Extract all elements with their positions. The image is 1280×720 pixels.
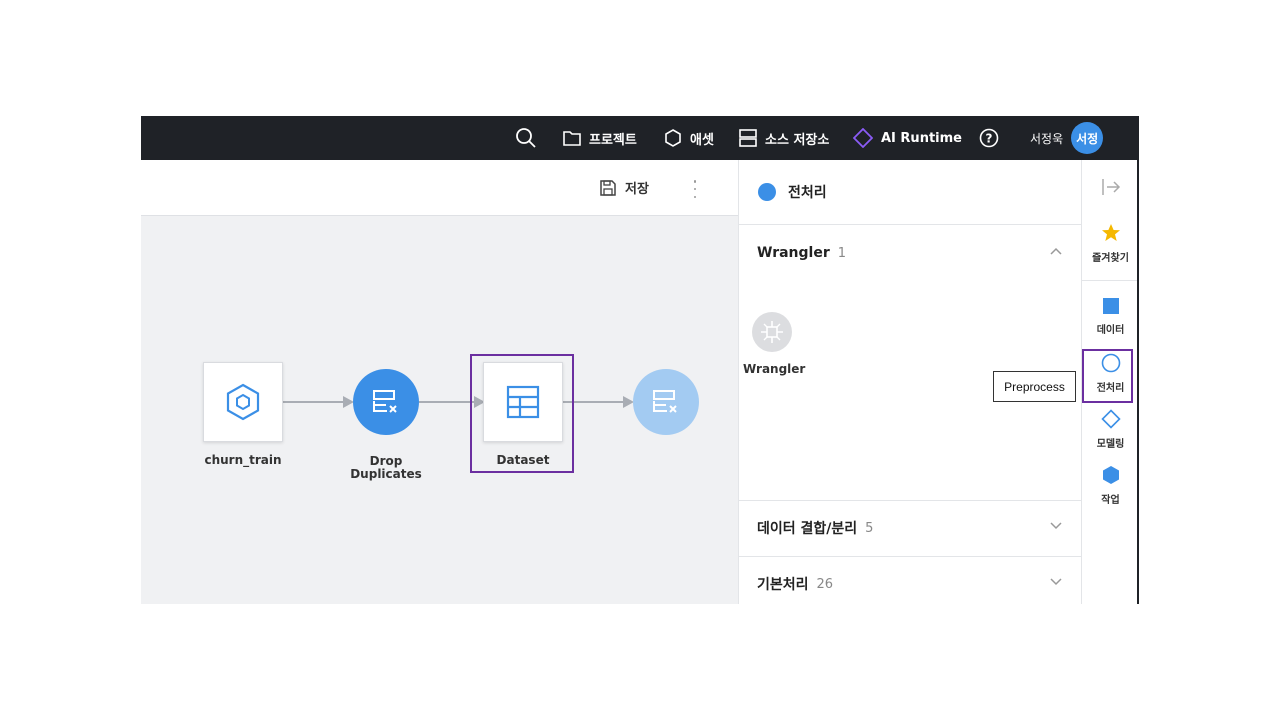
section-count: 26 [816, 576, 834, 592]
rail-job[interactable]: 작업 [1082, 465, 1139, 506]
folder-icon [563, 131, 581, 146]
wrangler-label: Wrangler [743, 362, 806, 376]
nav-project[interactable]: 프로젝트 [563, 116, 637, 160]
hexagon-icon [665, 129, 681, 147]
save-label: 저장 [625, 182, 649, 197]
rail-favorites[interactable]: 즐겨찾기 [1082, 223, 1139, 264]
section-count: 1 [837, 245, 847, 261]
chevron-down-icon [1050, 578, 1062, 586]
drop-duplicates-icon [373, 390, 397, 413]
nav-source-repo-label: 소스 저장소 [765, 132, 830, 148]
node-label: Drop Duplicates [350, 454, 422, 481]
nav-source-repo[interactable]: 소스 저장소 [739, 116, 829, 160]
edge-2 [419, 401, 477, 403]
node-churn-train[interactable] [203, 362, 283, 442]
preprocess-dot-icon [758, 183, 776, 201]
wrangler-icon [761, 321, 783, 343]
collapse-right-icon [1101, 179, 1120, 195]
top-nav-bar: 프로젝트 애셋 소스 저장소 AI Runtime ? 서정욱 서정 [141, 116, 1139, 160]
svg-text:?: ? [986, 132, 993, 146]
save-icon [600, 179, 616, 196]
nav-ai-runtime[interactable]: AI Runtime [853, 116, 962, 160]
editor-toolbar: 저장 [141, 160, 738, 216]
nav-project-label: 프로젝트 [589, 132, 637, 148]
panel-header: 전처리 [739, 160, 1082, 225]
diamond-icon [853, 128, 873, 148]
help-button[interactable]: ? [979, 116, 1007, 160]
section-data-join[interactable]: 데이터 결합/분리 5 [739, 500, 1082, 556]
save-button[interactable]: 저장 [599, 178, 649, 197]
rail-label: 모델링 [1096, 439, 1125, 450]
rail-data[interactable]: 데이터 [1082, 297, 1139, 336]
tooltip: Preprocess [993, 371, 1076, 402]
frame-edge [1137, 160, 1139, 604]
diamond-icon [1100, 409, 1121, 429]
chevron-down-icon [1050, 522, 1062, 530]
rail-label: 즐겨찾기 [1092, 253, 1129, 264]
help-icon: ? [979, 128, 999, 148]
section-title: 기본처리 [757, 577, 809, 593]
pipeline-canvas[interactable]: churn_train Drop Duplicates Dataset [141, 216, 738, 604]
storage-icon [739, 129, 757, 147]
node-drop-duplicates[interactable] [353, 369, 419, 435]
star-icon [1101, 224, 1120, 241]
rail-modeling[interactable]: 모델링 [1082, 409, 1139, 450]
nav-ai-runtime-label: AI Runtime [881, 130, 962, 146]
panel-title: 전처리 [788, 185, 827, 201]
wrangler-component[interactable] [752, 312, 792, 352]
edge-1 [282, 401, 346, 403]
avatar: 서정 [1071, 122, 1104, 154]
drop-duplicates-icon [653, 390, 677, 413]
section-title: Wrangler [757, 245, 830, 261]
app-frame: 프로젝트 애셋 소스 저장소 AI Runtime ? 서정욱 서정 저장 ch… [141, 116, 1139, 604]
user-menu[interactable]: 서정욱 서정 [1030, 116, 1104, 160]
collapse-panel-button[interactable] [1082, 178, 1139, 196]
search-button[interactable] [515, 116, 545, 160]
square-icon [1102, 298, 1119, 314]
node-drop-duplicates-2[interactable] [633, 369, 699, 435]
hexagon-icon [1102, 466, 1119, 484]
nav-asset[interactable]: 애셋 [664, 116, 714, 160]
node-label: churn_train [204, 453, 282, 467]
nav-asset-label: 애셋 [690, 132, 714, 148]
section-basic-processing[interactable]: 기본처리 26 [739, 556, 1082, 604]
hexagon-icon [226, 383, 260, 421]
highlight-box [1082, 349, 1133, 403]
section-count: 5 [865, 520, 874, 536]
highlight-box [470, 354, 574, 473]
rail-divider [1082, 280, 1139, 281]
section-wrangler[interactable]: Wrangler 1 [739, 225, 1082, 281]
rail-label: 데이터 [1096, 325, 1125, 336]
search-icon [516, 128, 536, 148]
section-title: 데이터 결합/분리 [757, 521, 858, 537]
rail-label: 작업 [1101, 495, 1120, 506]
chevron-up-icon [1050, 247, 1062, 255]
more-menu-icon[interactable] [692, 180, 698, 198]
user-name: 서정욱 [1030, 131, 1064, 146]
